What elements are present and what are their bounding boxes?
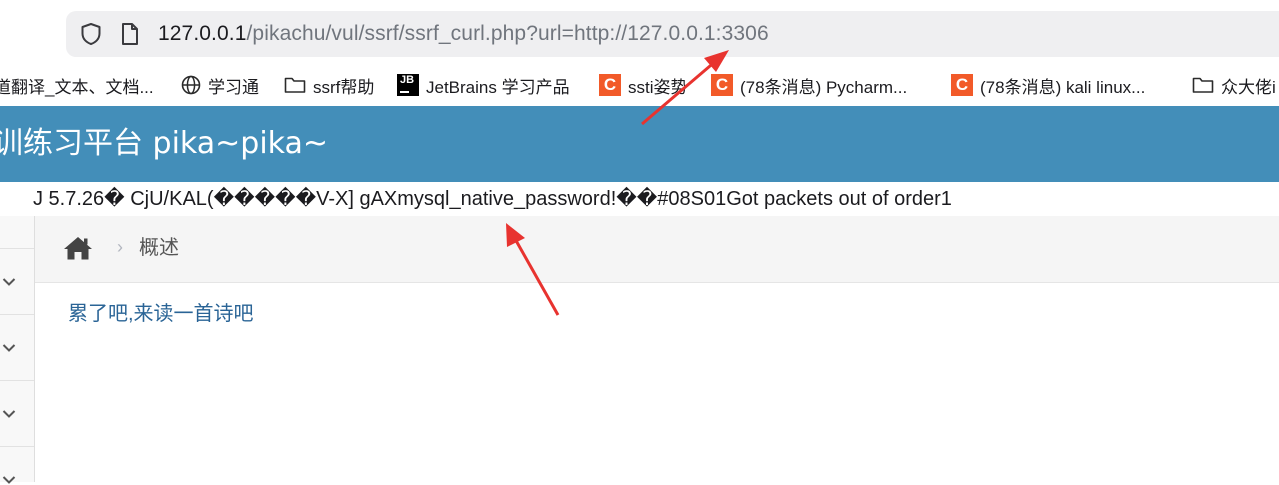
- chevron-down-icon[interactable]: [2, 277, 16, 287]
- shield-icon[interactable]: [80, 22, 102, 46]
- breadcrumb-separator: ›: [117, 237, 123, 257]
- sidebar: [0, 182, 35, 485]
- home-icon[interactable]: [63, 235, 93, 261]
- csdn-icon: C: [599, 74, 621, 96]
- bookmark-label: 道翻译_文本、文档...: [0, 77, 154, 97]
- sidebar-item[interactable]: [0, 446, 34, 485]
- poem-link[interactable]: 累了吧,来读一首诗吧: [68, 300, 254, 328]
- folder-icon: [284, 77, 306, 93]
- globe-icon: [181, 75, 201, 95]
- browser-toolbar: 127.0.0.1/pikachu/vul/ssrf/ssrf_curl.php…: [0, 0, 1279, 66]
- page-icon[interactable]: [120, 22, 140, 46]
- bookmark-ssrf-help[interactable]: ssrf帮助: [284, 74, 375, 97]
- bookmark-jetbrains[interactable]: JB JetBrains 学习产品: [397, 74, 570, 97]
- bookmark-label: ssrf帮助: [313, 77, 375, 97]
- csdn-icon: C: [711, 74, 733, 96]
- bookmark-kali[interactable]: C (78条消息) kali linux...: [951, 74, 1146, 97]
- site-title[interactable]: 训练习平台 pika~pika~: [0, 124, 328, 164]
- bookmark-youdao[interactable]: 道翻译_文本、文档...: [0, 74, 154, 97]
- sidebar-item[interactable]: [0, 314, 34, 381]
- url-host: 127.0.0.1: [158, 22, 247, 45]
- sidebar-item[interactable]: [0, 248, 34, 315]
- chevron-down-icon[interactable]: [2, 475, 16, 485]
- chevron-down-icon[interactable]: [2, 343, 16, 353]
- bookmark-label: ssti姿势: [628, 77, 688, 97]
- sidebar-item[interactable]: [0, 380, 34, 447]
- bookmark-xuexitong[interactable]: 学习通: [181, 74, 259, 97]
- bookmark-label: (78条消息) kali linux...: [980, 77, 1146, 97]
- bookmark-label: 众大佬i: [1221, 77, 1276, 97]
- site-header: 训练习平台 pika~pika~: [0, 106, 1279, 182]
- address-bar[interactable]: 127.0.0.1/pikachu/vul/ssrf/ssrf_curl.php…: [66, 11, 1279, 57]
- folder-icon: [1192, 77, 1214, 93]
- bookmark-ssti[interactable]: C ssti姿势: [599, 74, 688, 97]
- bookmarks-bar: 道翻译_文本、文档... 学习通 ssrf帮助 JB JetBrains 学习产…: [0, 66, 1279, 104]
- chevron-down-icon[interactable]: [2, 409, 16, 419]
- breadcrumb: › 概述: [35, 216, 1279, 283]
- mysql-handshake-text: J 5.7.26� CjU/KAL(�����V-X] gAXmysql_nat…: [33, 188, 952, 210]
- csdn-icon: C: [951, 74, 973, 96]
- bookmark-folder-dalao[interactable]: 众大佬i: [1192, 74, 1276, 97]
- jetbrains-icon: JB: [397, 74, 419, 96]
- bookmark-label: (78条消息) Pycharm...: [740, 77, 908, 97]
- bookmark-pycharm[interactable]: C (78条消息) Pycharm...: [711, 74, 908, 97]
- url-path: /pikachu/vul/ssrf/ssrf_curl.php?url=http…: [246, 22, 769, 45]
- bookmark-label: 学习通: [208, 77, 259, 97]
- url-text[interactable]: 127.0.0.1/pikachu/vul/ssrf/ssrf_curl.php…: [158, 21, 769, 47]
- response-output: J 5.7.26� CjU/KAL(�����V-X] gAXmysql_nat…: [0, 182, 1279, 216]
- breadcrumb-current: 概述: [139, 237, 179, 259]
- bookmark-label: JetBrains 学习产品: [426, 77, 570, 97]
